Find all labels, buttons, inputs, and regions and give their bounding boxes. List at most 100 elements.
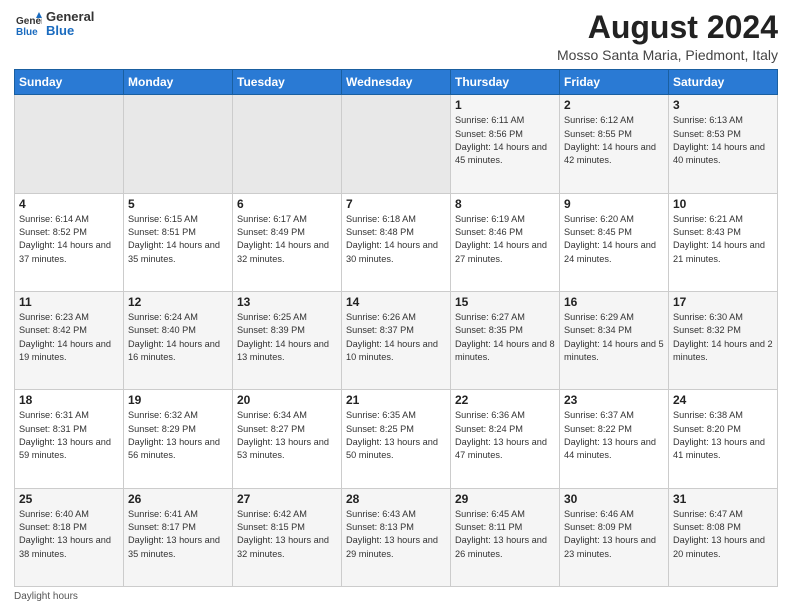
day-number: 21 bbox=[346, 393, 446, 407]
day-number: 4 bbox=[19, 197, 119, 211]
weekday-header-tuesday: Tuesday bbox=[233, 70, 342, 95]
calendar-cell: 12 Sunrise: 6:24 AMSunset: 8:40 PMDayligh… bbox=[124, 291, 233, 389]
day-info: Sunrise: 6:41 AMSunset: 8:17 PMDaylight:… bbox=[128, 508, 228, 561]
week-row-2: 4Sunrise: 6:14 AMSunset: 8:52 PMDaylight… bbox=[15, 193, 778, 291]
calendar-cell: 28 Sunrise: 6:43 AMSunset: 8:13 PMDayligh… bbox=[342, 488, 451, 586]
calendar-cell: 11 Sunrise: 6:23 AMSunset: 8:42 PMDayligh… bbox=[15, 291, 124, 389]
calendar-cell bbox=[124, 95, 233, 193]
calendar-cell: 17 Sunrise: 6:30 AMSunset: 8:32 PMDayligh… bbox=[669, 291, 778, 389]
calendar-cell: 2 Sunrise: 6:12 AMSunset: 8:55 PMDaylight… bbox=[560, 95, 669, 193]
day-info: Sunrise: 6:13 AMSunset: 8:53 PMDaylight:… bbox=[673, 114, 773, 167]
calendar-cell: 1Sunrise: 6:11 AMSunset: 8:56 PMDaylight… bbox=[451, 95, 560, 193]
week-row-1: 1Sunrise: 6:11 AMSunset: 8:56 PMDaylight… bbox=[15, 95, 778, 193]
day-info: Sunrise: 6:32 AMSunset: 8:29 PMDaylight:… bbox=[128, 409, 228, 462]
calendar-cell: 13 Sunrise: 6:25 AMSunset: 8:39 PMDayligh… bbox=[233, 291, 342, 389]
day-number: 27 bbox=[237, 492, 337, 506]
day-info: Sunrise: 6:37 AMSunset: 8:22 PMDaylight:… bbox=[564, 409, 664, 462]
day-number: 28 bbox=[346, 492, 446, 506]
week-row-5: 25Sunrise: 6:40 AMSunset: 8:18 PMDayligh… bbox=[15, 488, 778, 586]
week-row-3: 11 Sunrise: 6:23 AMSunset: 8:42 PMDayligh… bbox=[15, 291, 778, 389]
calendar-cell: 9 Sunrise: 6:20 AMSunset: 8:45 PMDaylight… bbox=[560, 193, 669, 291]
day-info: Sunrise: 6:23 AMSunset: 8:42 PMDaylight:… bbox=[19, 311, 119, 364]
day-info: Sunrise: 6:15 AMSunset: 8:51 PMDaylight:… bbox=[128, 213, 228, 266]
calendar-cell: 25Sunrise: 6:40 AMSunset: 8:18 PMDayligh… bbox=[15, 488, 124, 586]
calendar-cell: 21 Sunrise: 6:35 AMSunset: 8:25 PMDayligh… bbox=[342, 390, 451, 488]
weekday-header-sunday: Sunday bbox=[15, 70, 124, 95]
day-info: Sunrise: 6:29 AMSunset: 8:34 PMDaylight:… bbox=[564, 311, 664, 364]
calendar-cell: 16 Sunrise: 6:29 AMSunset: 8:34 PMDayligh… bbox=[560, 291, 669, 389]
day-info: Sunrise: 6:21 AMSunset: 8:43 PMDaylight:… bbox=[673, 213, 773, 266]
day-number: 7 bbox=[346, 197, 446, 211]
day-info: Sunrise: 6:20 AMSunset: 8:45 PMDaylight:… bbox=[564, 213, 664, 266]
day-info: Sunrise: 6:43 AMSunset: 8:13 PMDaylight:… bbox=[346, 508, 446, 561]
day-info: Sunrise: 6:17 AMSunset: 8:49 PMDaylight:… bbox=[237, 213, 337, 266]
month-year: August 2024 bbox=[557, 10, 778, 45]
day-info: Sunrise: 6:19 AMSunset: 8:46 PMDaylight:… bbox=[455, 213, 555, 266]
day-number: 23 bbox=[564, 393, 664, 407]
day-number: 24 bbox=[673, 393, 773, 407]
day-info: Sunrise: 6:36 AMSunset: 8:24 PMDaylight:… bbox=[455, 409, 555, 462]
calendar-cell bbox=[342, 95, 451, 193]
day-number: 20 bbox=[237, 393, 337, 407]
day-info: Sunrise: 6:46 AMSunset: 8:09 PMDaylight:… bbox=[564, 508, 664, 561]
calendar-cell: 3 Sunrise: 6:13 AMSunset: 8:53 PMDaylight… bbox=[669, 95, 778, 193]
day-info: Sunrise: 6:35 AMSunset: 8:25 PMDaylight:… bbox=[346, 409, 446, 462]
svg-text:Blue: Blue bbox=[16, 27, 38, 38]
day-number: 2 bbox=[564, 98, 664, 112]
day-info: Sunrise: 6:25 AMSunset: 8:39 PMDaylight:… bbox=[237, 311, 337, 364]
weekday-header-friday: Friday bbox=[560, 70, 669, 95]
day-number: 22 bbox=[455, 393, 555, 407]
calendar-cell: 29 Sunrise: 6:45 AMSunset: 8:11 PMDayligh… bbox=[451, 488, 560, 586]
day-number: 17 bbox=[673, 295, 773, 309]
footer: Daylight hours bbox=[14, 591, 778, 602]
header: General Blue General Blue August 2024 Mo… bbox=[14, 10, 778, 63]
logo-blue-text: Blue bbox=[46, 24, 94, 38]
day-info: Sunrise: 6:26 AMSunset: 8:37 PMDaylight:… bbox=[346, 311, 446, 364]
day-info: Sunrise: 6:31 AMSunset: 8:31 PMDaylight:… bbox=[19, 409, 119, 462]
day-number: 29 bbox=[455, 492, 555, 506]
calendar-cell: 6Sunrise: 6:17 AMSunset: 8:49 PMDaylight… bbox=[233, 193, 342, 291]
calendar-cell: 7 Sunrise: 6:18 AMSunset: 8:48 PMDaylight… bbox=[342, 193, 451, 291]
day-number: 13 bbox=[237, 295, 337, 309]
calendar-cell: 24Sunrise: 6:38 AMSunset: 8:20 PMDayligh… bbox=[669, 390, 778, 488]
day-number: 3 bbox=[673, 98, 773, 112]
day-info: Sunrise: 6:45 AMSunset: 8:11 PMDaylight:… bbox=[455, 508, 555, 561]
day-info: Sunrise: 6:11 AMSunset: 8:56 PMDaylight:… bbox=[455, 114, 555, 167]
day-number: 10 bbox=[673, 197, 773, 211]
day-info: Sunrise: 6:12 AMSunset: 8:55 PMDaylight:… bbox=[564, 114, 664, 167]
weekday-header-monday: Monday bbox=[124, 70, 233, 95]
calendar-cell: 20 Sunrise: 6:34 AMSunset: 8:27 PMDayligh… bbox=[233, 390, 342, 488]
weekday-header-thursday: Thursday bbox=[451, 70, 560, 95]
day-info: Sunrise: 6:34 AMSunset: 8:27 PMDaylight:… bbox=[237, 409, 337, 462]
weekday-header-row: SundayMondayTuesdayWednesdayThursdayFrid… bbox=[15, 70, 778, 95]
day-info: Sunrise: 6:47 AMSunset: 8:08 PMDaylight:… bbox=[673, 508, 773, 561]
day-number: 26 bbox=[128, 492, 228, 506]
logo-icon: General Blue bbox=[14, 10, 42, 38]
day-number: 25 bbox=[19, 492, 119, 506]
logo-text: General Blue bbox=[46, 10, 94, 39]
calendar-cell: 19Sunrise: 6:32 AMSunset: 8:29 PMDayligh… bbox=[124, 390, 233, 488]
day-number: 9 bbox=[564, 197, 664, 211]
calendar-cell: 27 Sunrise: 6:42 AMSunset: 8:15 PMDayligh… bbox=[233, 488, 342, 586]
day-info: Sunrise: 6:24 AMSunset: 8:40 PMDaylight:… bbox=[128, 311, 228, 364]
calendar-cell bbox=[15, 95, 124, 193]
calendar-cell: 31 Sunrise: 6:47 AMSunset: 8:08 PMDayligh… bbox=[669, 488, 778, 586]
day-number: 11 bbox=[19, 295, 119, 309]
day-number: 12 bbox=[128, 295, 228, 309]
calendar-cell: 15Sunrise: 6:27 AMSunset: 8:35 PMDayligh… bbox=[451, 291, 560, 389]
day-number: 31 bbox=[673, 492, 773, 506]
calendar-cell: 30Sunrise: 6:46 AMSunset: 8:09 PMDayligh… bbox=[560, 488, 669, 586]
calendar-cell: 22 Sunrise: 6:36 AMSunset: 8:24 PMDayligh… bbox=[451, 390, 560, 488]
day-info: Sunrise: 6:30 AMSunset: 8:32 PMDaylight:… bbox=[673, 311, 773, 364]
day-info: Sunrise: 6:27 AMSunset: 8:35 PMDaylight:… bbox=[455, 311, 555, 364]
location: Mosso Santa Maria, Piedmont, Italy bbox=[557, 47, 778, 63]
calendar-table: SundayMondayTuesdayWednesdayThursdayFrid… bbox=[14, 69, 778, 587]
calendar-cell: 14Sunrise: 6:26 AMSunset: 8:37 PMDayligh… bbox=[342, 291, 451, 389]
day-info: Sunrise: 6:18 AMSunset: 8:48 PMDaylight:… bbox=[346, 213, 446, 266]
day-info: Sunrise: 6:42 AMSunset: 8:15 PMDaylight:… bbox=[237, 508, 337, 561]
day-number: 16 bbox=[564, 295, 664, 309]
day-number: 5 bbox=[128, 197, 228, 211]
calendar-cell: 26 Sunrise: 6:41 AMSunset: 8:17 PMDayligh… bbox=[124, 488, 233, 586]
day-number: 18 bbox=[19, 393, 119, 407]
week-row-4: 18 Sunrise: 6:31 AMSunset: 8:31 PMDayligh… bbox=[15, 390, 778, 488]
